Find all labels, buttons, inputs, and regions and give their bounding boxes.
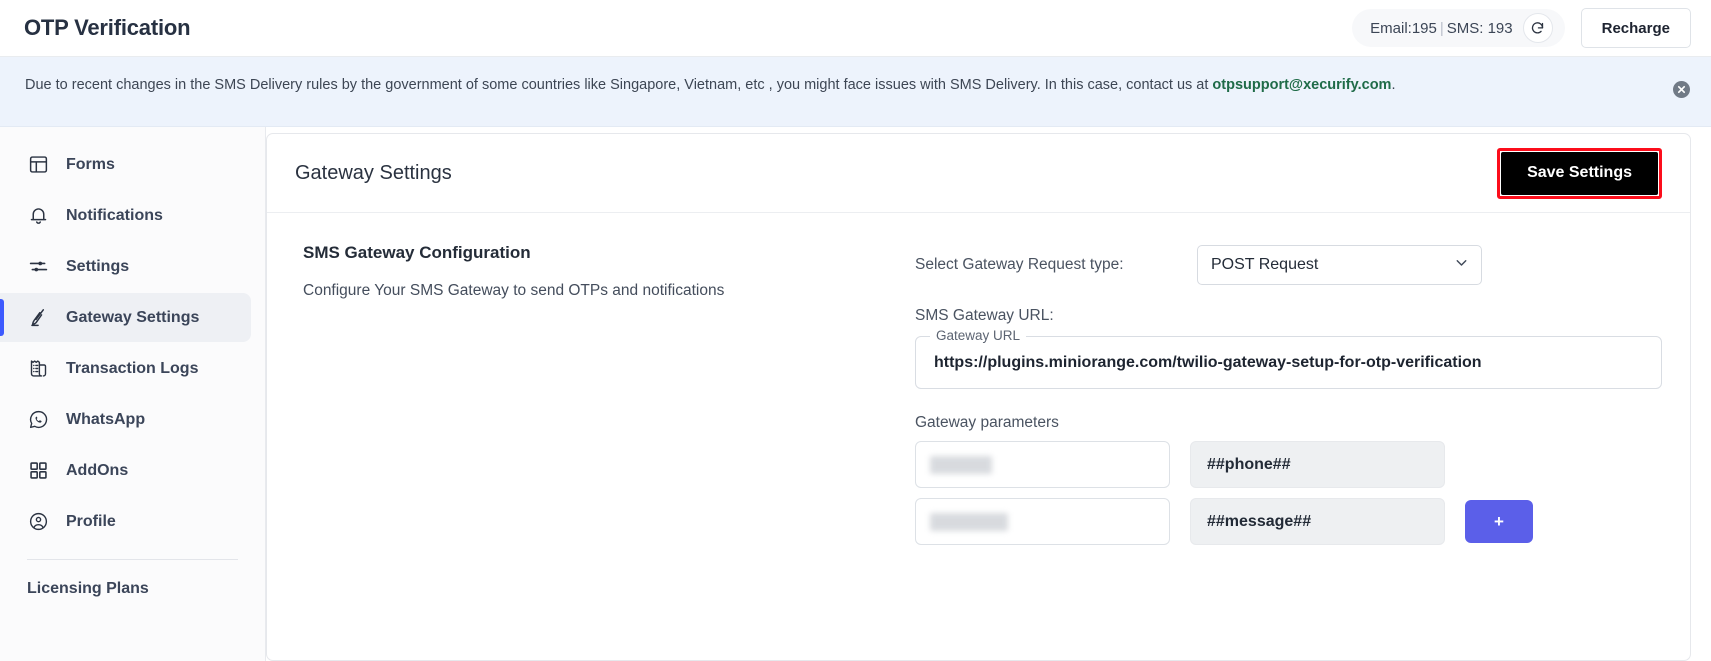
user-circle-icon (27, 510, 50, 533)
config-form-column: Select Gateway Request type: POST Reques… (915, 243, 1662, 545)
notice-period: . (1391, 77, 1396, 93)
add-param-slot: + (1465, 500, 1533, 543)
sms-gateway-configuration-title: SMS Gateway Configuration (303, 243, 531, 262)
card-body: SMS Gateway Configuration Configure Your… (267, 213, 1690, 545)
sidebar-item-label: Profile (66, 512, 116, 530)
parameter-key-input[interactable] (915, 498, 1170, 545)
sidebar-item-label: WhatsApp (66, 410, 146, 428)
gateway-url-value: https://plugins.miniorange.com/twilio-ga… (934, 353, 1482, 371)
sliders-icon (27, 255, 50, 278)
app-root: OTP Verification Email:195 | SMS: 193 Rech… (0, 0, 1711, 661)
sidebar-item-label: AddOns (66, 461, 129, 479)
save-settings-highlight: Save Settings (1497, 147, 1662, 199)
chevron-down-icon (1453, 254, 1470, 276)
credits-pill: Email:195 | SMS: 193 (1352, 9, 1565, 47)
refresh-icon[interactable] (1522, 13, 1553, 43)
whatsapp-icon (27, 408, 50, 431)
request-type-row: Select Gateway Request type: POST Reques… (915, 245, 1662, 285)
topbar-actions: Email:195 | SMS: 193 Recharge (1352, 8, 1691, 48)
sms-gateway-configuration-desc: Configure Your SMS Gateway to send OTPs … (303, 282, 725, 299)
close-icon[interactable] (1673, 81, 1690, 98)
sidebar: Forms Notifications Settings Gateway Set… (0, 127, 266, 661)
redacted-value (930, 455, 992, 474)
sidebar-item-notifications[interactable]: Notifications (0, 191, 251, 240)
request-type-select[interactable]: POST Request (1197, 245, 1482, 285)
card-title: Gateway Settings (295, 161, 452, 184)
sms-gateway-url-label: SMS Gateway URL: (915, 307, 1054, 324)
sidebar-item-label: Forms (66, 155, 115, 173)
grid-icon (27, 459, 50, 482)
sidebar-item-label: Settings (66, 257, 130, 275)
parameter-value-input[interactable]: ##phone## (1190, 441, 1445, 488)
sidebar-item-label: Notifications (66, 206, 163, 224)
gateway-parameters-grid: ##phone## ##message## + (915, 441, 1662, 545)
sidebar-item-licensing-plans[interactable]: Licensing Plans (0, 560, 265, 598)
page-title: OTP Verification (24, 15, 191, 40)
body-row: Forms Notifications Settings Gateway Set… (0, 127, 1711, 661)
sidebar-item-whatsapp[interactable]: WhatsApp (0, 395, 251, 444)
gateway-parameters-block: Gateway parameters ##phone## ##message##… (915, 414, 1662, 545)
parameter-row: ##phone## (915, 441, 1662, 488)
sidebar-item-addons[interactable]: AddOns (0, 446, 251, 495)
sidebar-item-transaction-logs[interactable]: Transaction Logs (0, 344, 251, 393)
parameter-value-input[interactable]: ##message## (1190, 498, 1445, 545)
bell-icon (27, 204, 50, 227)
sidebar-item-gateway-settings[interactable]: Gateway Settings (0, 293, 251, 342)
add-parameter-button[interactable]: + (1465, 500, 1533, 543)
email-credits: Email:195 (1370, 19, 1437, 37)
gateway-parameters-label: Gateway parameters (915, 414, 1059, 431)
credits-text: Email:195 | SMS: 193 (1370, 20, 1512, 37)
notice-text: Due to recent changes in the SMS Deliver… (25, 73, 1455, 98)
support-email-link[interactable]: otpsupport@xecurify.com (1212, 77, 1391, 93)
notice-message: Due to recent changes in the SMS Deliver… (25, 77, 1213, 93)
sidebar-item-profile[interactable]: Profile (0, 497, 251, 546)
top-bar: OTP Verification Email:195 | SMS: 193 Rech… (0, 0, 1711, 57)
gateway-url-block: SMS Gateway URL: Gateway URL https://plu… (915, 307, 1662, 389)
redacted-value (930, 512, 1008, 531)
card-header: Gateway Settings Save Settings (267, 134, 1690, 213)
sidebar-item-settings[interactable]: Settings (0, 242, 251, 291)
parameter-key-input[interactable] (915, 441, 1170, 488)
sms-credits: SMS: 193 (1446, 19, 1513, 37)
recharge-button[interactable]: Recharge (1580, 8, 1691, 48)
main-content: Gateway Settings Save Settings SMS Gatew… (266, 127, 1711, 661)
receipt-icon (27, 357, 50, 380)
gateway-settings-card: Gateway Settings Save Settings SMS Gatew… (266, 133, 1691, 661)
request-type-value: POST Request (1211, 256, 1319, 273)
gateway-url-legend: Gateway URL (930, 328, 1027, 343)
config-description-column: SMS Gateway Configuration Configure Your… (295, 243, 915, 545)
credits-divider: | (1439, 19, 1444, 37)
brush-icon (27, 306, 50, 329)
notice-banner: Due to recent changes in the SMS Deliver… (0, 57, 1711, 127)
gateway-url-input[interactable]: Gateway URL https://plugins.miniorange.c… (915, 328, 1662, 389)
sidebar-item-label: Gateway Settings (66, 308, 200, 326)
sidebar-item-label: Transaction Logs (66, 359, 199, 377)
layout-icon (27, 153, 50, 176)
sidebar-item-forms[interactable]: Forms (0, 140, 251, 189)
save-settings-button[interactable]: Save Settings (1501, 151, 1658, 195)
parameter-row: ##message## + (915, 498, 1662, 545)
request-type-label: Select Gateway Request type: (915, 256, 1124, 273)
